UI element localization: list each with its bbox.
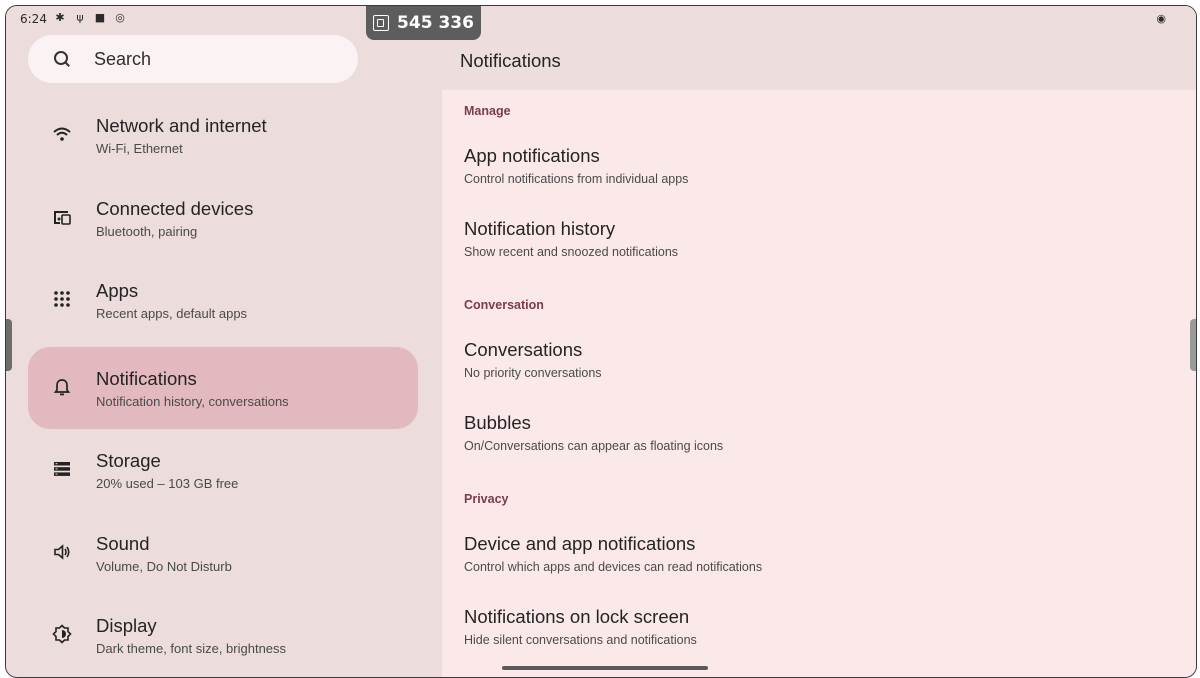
session-code: 545 336	[397, 13, 474, 33]
notifications-panel: Notifications Manage App notifications C…	[442, 6, 1196, 677]
sidebar-item-subtitle: Volume, Do Not Disturb	[96, 559, 232, 574]
device-app-notifications-item[interactable]: Device and app notifications Control whi…	[464, 533, 762, 574]
device-frame: Search Network and internet Wi-Fi, Ether…	[5, 5, 1197, 678]
item-title: App notifications	[464, 145, 600, 166]
sidebar-item-title: Connected devices	[96, 198, 254, 219]
item-subtitle: On/Conversations can appear as floating …	[464, 439, 724, 453]
wifi-icon	[52, 124, 72, 144]
sidebar-item-display[interactable]: Display Dark theme, font size, brightnes…	[28, 594, 418, 676]
gesture-home-bar[interactable]	[502, 666, 708, 670]
app-notifications-item[interactable]: App notifications Control notifications …	[464, 145, 688, 186]
sidebar-item-network[interactable]: Network and internet Wi-Fi, Ethernet	[28, 94, 418, 176]
devices-icon	[52, 207, 72, 227]
lock-screen-notifications-item[interactable]: Notifications on lock screen Hide silent…	[464, 606, 697, 647]
sidebar-item-subtitle: Dark theme, font size, brightness	[96, 641, 287, 656]
session-code-badge: 545 336	[366, 6, 481, 40]
sidebar-item-storage[interactable]: Storage 20% used – 103 GB free	[28, 429, 418, 511]
storage-icon	[52, 459, 72, 479]
sidebar-item-apps[interactable]: Apps Recent apps, default apps	[28, 259, 418, 341]
section-header-privacy: Privacy	[464, 492, 509, 506]
section-header-conversation: Conversation	[464, 298, 544, 312]
status-bar: 6:24 ✱ ψ ■ ◎ ◉	[6, 6, 1196, 34]
square-icon: ■	[94, 11, 106, 24]
search-placeholder: Search	[94, 48, 152, 69]
sidebar-item-title: Apps	[96, 280, 139, 301]
notification-history-item[interactable]: Notification history Show recent and sno…	[464, 218, 678, 259]
item-subtitle: Control notifications from individual ap…	[464, 172, 689, 186]
usb-icon: ψ	[76, 11, 84, 24]
search-bar[interactable]: Search	[28, 35, 358, 83]
sidebar-item-sound[interactable]: Sound Volume, Do Not Disturb	[28, 512, 418, 594]
conversations-item[interactable]: Conversations No priority conversations	[464, 339, 602, 380]
settings-gear-icon: ✱	[55, 11, 65, 24]
sidebar-item-title: Notifications	[96, 368, 197, 389]
left-edge-handle[interactable]	[6, 319, 12, 371]
bell-icon	[52, 377, 72, 397]
item-subtitle: Control which apps and devices can read …	[464, 560, 763, 574]
sidebar-item-subtitle: Bluetooth, pairing	[96, 224, 198, 239]
section-header-manage: Manage	[464, 104, 511, 118]
right-edge-handle[interactable]	[1190, 319, 1196, 371]
hotspot-icon: ◉	[1156, 12, 1166, 25]
sidebar-item-subtitle: Recent apps, default apps	[96, 306, 248, 321]
sidebar-item-title: Network and internet	[96, 115, 267, 136]
sidebar-item-title: Sound	[96, 533, 150, 554]
item-title: Conversations	[464, 339, 583, 360]
sidebar-item-connected-devices[interactable]: Connected devices Bluetooth, pairing	[28, 177, 418, 259]
sidebar-item-subtitle: Notification history, conversations	[96, 394, 289, 409]
volume-icon	[52, 542, 72, 562]
sidebar-item-notifications[interactable]: Notifications Notification history, conv…	[28, 347, 418, 429]
vpn-icon: ◎	[115, 11, 125, 24]
page-title: Notifications	[460, 50, 561, 71]
item-title: Notification history	[464, 218, 616, 239]
sidebar-item-subtitle: 20% used – 103 GB free	[96, 476, 239, 491]
item-subtitle: Show recent and snoozed notifications	[464, 245, 679, 259]
search-icon	[52, 49, 72, 69]
item-title: Device and app notifications	[464, 533, 696, 554]
remote-screen-icon	[373, 15, 390, 31]
settings-sidebar: Search Network and internet Wi-Fi, Ether…	[6, 6, 442, 677]
item-subtitle: Hide silent conversations and notificati…	[464, 633, 697, 647]
item-title: Bubbles	[464, 412, 531, 433]
apps-grid-icon	[52, 289, 72, 309]
item-title: Notifications on lock screen	[464, 606, 690, 627]
item-subtitle: No priority conversations	[464, 366, 602, 380]
status-time: 6:24	[20, 12, 47, 26]
sidebar-item-title: Display	[96, 615, 157, 636]
display-icon	[52, 624, 72, 644]
bubbles-item[interactable]: Bubbles On/Conversations can appear as f…	[464, 412, 723, 453]
sidebar-item-subtitle: Wi-Fi, Ethernet	[96, 141, 183, 156]
sidebar-item-title: Storage	[96, 450, 161, 471]
